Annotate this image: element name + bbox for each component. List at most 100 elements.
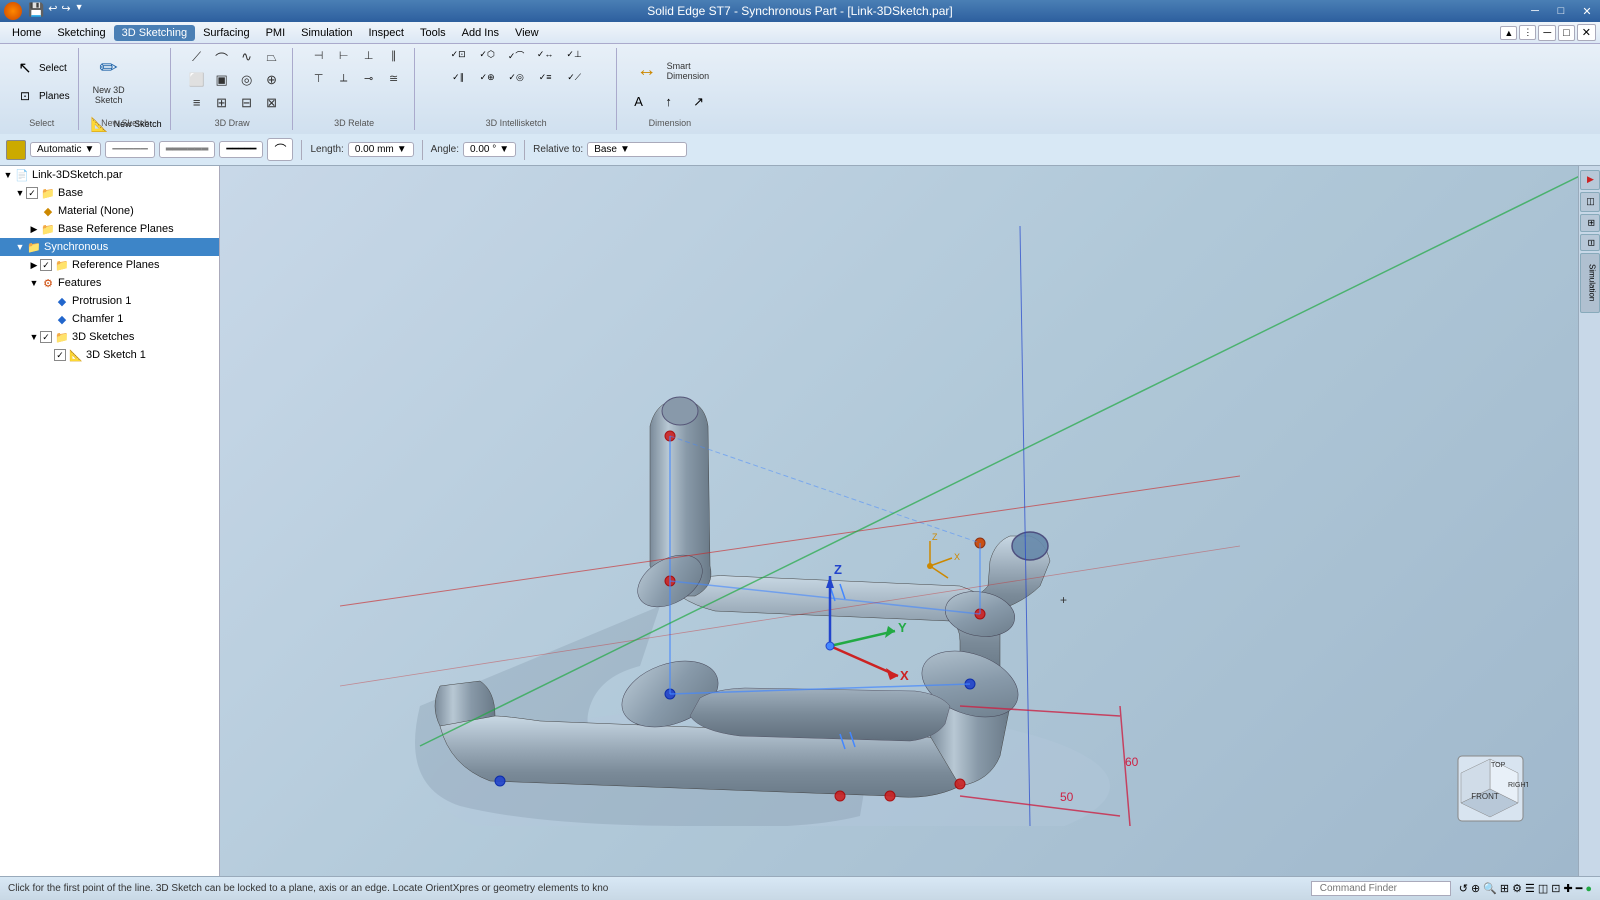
poly3d-btn[interactable]: ⬜ — [183, 71, 211, 93]
menu-simulation[interactable]: Simulation — [293, 25, 360, 41]
zoom-fit-icon[interactable]: ⊕ — [1471, 882, 1480, 895]
tree-item-refplanes[interactable]: ▶ 📁 Reference Planes — [0, 256, 219, 274]
statusbar-icon5[interactable]: ━ — [1576, 882, 1583, 895]
select-btn[interactable]: ↖ Select — [12, 55, 69, 81]
menu-surfacing[interactable]: Surfacing — [195, 25, 257, 41]
relate4-btn[interactable]: ∥ — [380, 48, 408, 70]
rect3d-btn[interactable]: ⏢ — [258, 48, 286, 70]
tree-item-root[interactable]: ▼ 📄 Link-3DSketch.par — [0, 166, 219, 184]
zoom-in-icon[interactable]: 🔍 — [1483, 882, 1497, 895]
menu-addins[interactable]: Add Ins — [454, 25, 507, 41]
tree-item-protrusion1[interactable]: ◆ Protrusion 1 — [0, 292, 219, 310]
line-style-btn1[interactable]: ───── — [105, 141, 154, 158]
is2-btn[interactable]: ✓⬡ — [473, 48, 501, 70]
relate1-btn[interactable]: ⊣ — [305, 48, 333, 70]
tree-item-synchronous[interactable]: ▼ 📁 Synchronous — [0, 238, 219, 256]
new-3d-sketch-btn[interactable]: ✏ New 3DSketch — [87, 48, 131, 109]
redo-btn[interactable]: ↪ — [61, 2, 70, 18]
menu-home[interactable]: Home — [4, 25, 49, 41]
menu-3d-sketching[interactable]: 3D Sketching — [114, 25, 195, 41]
tree-item-features[interactable]: ▼ ⚙ Features — [0, 274, 219, 292]
nav-cube[interactable]: FRONT RIGHT TOP — [1453, 751, 1528, 826]
extend3d-btn[interactable]: ⊟ — [233, 94, 261, 116]
statusbar-icon3[interactable]: ⊡ — [1551, 882, 1560, 895]
maximize-btn[interactable]: □ — [1548, 0, 1574, 22]
planes-btn[interactable]: ⊡ Planes — [12, 83, 72, 109]
dim3-btn[interactable]: ↑ — [655, 92, 683, 114]
line-style-btn3[interactable]: ━━━━━ — [219, 141, 263, 158]
command-finder-input[interactable] — [1311, 881, 1451, 896]
ribbon-collapse-btn[interactable]: ▲ — [1500, 26, 1517, 40]
statusbar-icon6[interactable]: ● — [1585, 883, 1592, 895]
menu-sketching[interactable]: Sketching — [49, 25, 113, 41]
curve3d-btn[interactable]: ∿ — [233, 48, 261, 70]
length-input[interactable]: 0.00 mm ▼ — [348, 142, 414, 157]
relative-dropdown[interactable]: Base ▼ — [587, 142, 687, 157]
ellipse3d-btn[interactable]: ▣ — [208, 71, 236, 93]
menu-tools[interactable]: Tools — [412, 25, 454, 41]
line-style-btn2[interactable]: ══════ — [159, 141, 216, 158]
arc3d-btn[interactable]: ⌒ — [208, 48, 236, 70]
is7-btn[interactable]: ✓⊕ — [473, 71, 501, 93]
color-swatch[interactable] — [6, 140, 26, 160]
relate2-btn[interactable]: ⊢ — [330, 48, 358, 70]
youtube-btn[interactable]: ▶ — [1580, 170, 1600, 190]
relate7-btn[interactable]: ⊸ — [355, 71, 383, 93]
circle3d-btn[interactable]: ◎ — [233, 71, 261, 93]
angle-input[interactable]: 0.00 ° ▼ — [463, 142, 516, 157]
line3d-btn[interactable]: ⟋ — [183, 48, 211, 70]
panel-btn1[interactable]: ◫ — [1580, 192, 1600, 212]
tree-item-3dsketch1[interactable]: 📐 3D Sketch 1 — [0, 346, 219, 364]
tree-item-base[interactable]: ▼ 📁 Base — [0, 184, 219, 202]
is10-btn[interactable]: ✓⟋ — [560, 71, 588, 93]
relate3-btn[interactable]: ⊥ — [355, 48, 383, 70]
point3d-btn[interactable]: ⊕ — [258, 71, 286, 93]
statusbar-icon1[interactable]: ☰ — [1525, 882, 1535, 895]
panel-btn2[interactable]: ⊞ — [1580, 214, 1600, 232]
ribbon-options-btn[interactable]: ⋮ — [1519, 25, 1536, 40]
minimize-btn[interactable]: ─ — [1522, 0, 1548, 22]
smart-dimension-btn[interactable]: ↔ SmartDimension — [625, 50, 716, 90]
dim2-btn[interactable]: A — [625, 92, 653, 114]
tree-item-3dsketches[interactable]: ▼ 📁 3D Sketches — [0, 328, 219, 346]
refresh-icon[interactable]: ↺ — [1459, 882, 1468, 895]
3d-viewport[interactable]: 50 60 Z Y X — [220, 166, 1578, 876]
close-btn[interactable]: ✕ — [1574, 0, 1600, 22]
relate8-btn[interactable]: ≅ — [380, 71, 408, 93]
menu-view[interactable]: View — [507, 25, 547, 41]
is3-btn[interactable]: ✓⌒ — [502, 48, 530, 70]
tree-item-material[interactable]: ◆ Material (None) — [0, 202, 219, 220]
dim4-btn[interactable]: ↗ — [685, 92, 713, 114]
menu-inspect[interactable]: Inspect — [361, 25, 412, 41]
relate5-btn[interactable]: ⊤ — [305, 71, 333, 93]
undo-btn[interactable]: ↩ — [48, 2, 57, 18]
refplanes-checkbox[interactable] — [40, 259, 52, 271]
statusbar-icon2[interactable]: ◫ — [1538, 882, 1548, 895]
dropdown-arrow[interactable]: ▼ — [75, 2, 84, 18]
window-close-btn2[interactable]: ✕ — [1577, 24, 1596, 41]
offset3d-btn[interactable]: ≡ — [183, 94, 211, 116]
save-btn[interactable]: 💾 — [28, 2, 44, 18]
split3d-btn[interactable]: ⊠ — [258, 94, 286, 116]
is9-btn[interactable]: ✓≡ — [531, 71, 559, 93]
is8-btn[interactable]: ✓◎ — [502, 71, 530, 93]
statusbar-icon4[interactable]: ✚ — [1564, 882, 1573, 895]
trim3d-btn[interactable]: ⊞ — [208, 94, 236, 116]
is6-btn[interactable]: ✓∥ — [444, 71, 472, 93]
settings-icon[interactable]: ⚙ — [1512, 882, 1522, 895]
sketches-checkbox[interactable] — [40, 331, 52, 343]
is4-btn[interactable]: ✓↔ — [531, 48, 559, 70]
tree-item-baseref[interactable]: ▶ 📁 Base Reference Planes — [0, 220, 219, 238]
style-dropdown[interactable]: Automatic ▼ — [30, 142, 101, 157]
menu-pmi[interactable]: PMI — [258, 25, 294, 41]
sketch1-checkbox[interactable] — [54, 349, 66, 361]
window-min-btn2[interactable]: ─ — [1538, 25, 1556, 41]
relate6-btn[interactable]: ⟂ — [330, 71, 358, 93]
base-checkbox[interactable] — [26, 187, 38, 199]
is5-btn[interactable]: ✓⊥ — [560, 48, 588, 70]
tree-item-chamfer1[interactable]: ◆ Chamfer 1 — [0, 310, 219, 328]
line-style-btn4[interactable]: ⌒ — [267, 138, 293, 161]
grid-icon[interactable]: ⊞ — [1500, 882, 1509, 895]
is1-btn[interactable]: ✓⊡ — [444, 48, 472, 70]
panel-btn3[interactable]: ⊟ — [1580, 234, 1600, 252]
